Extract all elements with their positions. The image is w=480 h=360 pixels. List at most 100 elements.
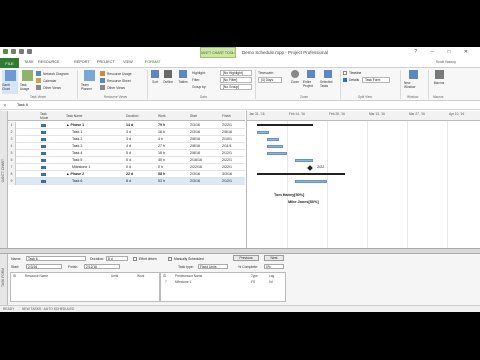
col-header-finish[interactable]: Finish	[222, 114, 231, 118]
gantt-task-bar[interactable]	[267, 138, 279, 141]
col-header-duration[interactable]: Duration	[126, 114, 138, 118]
timescale-dropdown[interactable]: [4] Days	[258, 77, 282, 83]
tab-view[interactable]: VIEW	[123, 60, 133, 64]
cell-finish[interactable]: 2/12/1	[222, 179, 244, 183]
row-number[interactable]: 1	[8, 122, 16, 129]
cell-work[interactable]: 79 h	[158, 123, 165, 127]
gantt-milestone-diamond[interactable]	[307, 165, 313, 171]
tab-file[interactable]: FILE	[0, 58, 19, 68]
finish-field[interactable]: 2/12/16	[84, 264, 120, 269]
row-number[interactable]: 3	[8, 136, 16, 143]
cell-work[interactable]: 16 h	[158, 151, 165, 155]
tab-format[interactable]: FORMAT	[145, 60, 161, 64]
table-row[interactable]: 8 ▲ Phase 2 22 d 58 h 2/3/16 3/3/16	[8, 171, 245, 178]
cell-finish[interactable]: 2/10/1	[222, 137, 244, 141]
cell-duration[interactable]: 3 d	[126, 130, 131, 134]
status-schedule-mode[interactable]: NEW TASKS : AUTO SCHEDULED	[22, 307, 74, 311]
new-window-button[interactable]: New Window	[404, 70, 422, 89]
undo-icon[interactable]	[19, 49, 24, 54]
cell-task-name[interactable]: Milestone 1	[72, 165, 124, 169]
cell-task-name[interactable]: Task 1	[72, 130, 124, 134]
row-number[interactable]: 6	[8, 157, 16, 164]
cell-finish[interactable]: 2/5/16	[222, 130, 244, 134]
cell-duration[interactable]: 5 d	[126, 151, 131, 155]
redo-icon[interactable]	[27, 49, 32, 54]
cell-duration[interactable]: 22 d	[126, 172, 133, 176]
details-checkbox[interactable]: Details	[343, 78, 359, 82]
selected-tasks-button[interactable]: Selected Tasks	[320, 70, 335, 88]
pred-row-lag[interactable]: 0d	[269, 280, 273, 284]
outline-button[interactable]: Outline	[161, 70, 175, 84]
tab-resource[interactable]: RESOURCE	[38, 60, 60, 64]
cell-task-name[interactable]: ▲ Phase 2	[66, 172, 124, 176]
cell-task-name[interactable]: Task 3	[72, 144, 124, 148]
gantt-task-bar[interactable]	[257, 131, 269, 134]
team-planner-button[interactable]: Team Planner	[81, 70, 97, 91]
cell-work[interactable]: 53 h	[158, 179, 165, 183]
sort-button[interactable]: Sort	[150, 70, 160, 84]
gantt-summary-bar[interactable]	[257, 173, 345, 175]
table-row[interactable]: 4 Task 34 d 27 h 2/8/16 2/11/1	[8, 143, 245, 150]
row-number[interactable]: 2	[8, 129, 16, 136]
col-header-work[interactable]: Work	[158, 114, 166, 118]
cell-duration[interactable]: 8 d	[126, 179, 131, 183]
task-usage-button[interactable]: Task Usage	[20, 70, 34, 91]
other-views-resource-button[interactable]: Other Views	[100, 85, 125, 90]
gantt-chart-button[interactable]: Gantt Chart	[2, 70, 18, 94]
table-row[interactable]: 2 Task 13 d 16 h 2/3/16 2/5/16	[8, 129, 245, 136]
cell-finish[interactable]: 2/11/1	[222, 144, 244, 148]
table-row[interactable]: 9 Task 68 d 53 h 2/3/16 2/12/1	[8, 178, 245, 185]
start-field[interactable]: 2/3/16	[26, 264, 62, 269]
cell-task-name[interactable]: Task 4	[72, 151, 124, 155]
manually-scheduled-checkbox[interactable]: Manually Scheduled	[168, 257, 204, 261]
cell-start[interactable]: 2/22/16	[190, 165, 220, 169]
table-row[interactable]: 6 Task 55 d 40 h 2/16/16 2/22/1	[8, 157, 245, 164]
table-row[interactable]: 5 Task 45 d 16 h 2/8/16 2/12/1	[8, 150, 245, 157]
cell-start[interactable]: 2/3/16	[190, 130, 220, 134]
save-icon[interactable]	[11, 49, 16, 54]
cell-start[interactable]: 2/8/16	[190, 137, 220, 141]
cell-start[interactable]: 2/3/16	[190, 179, 220, 183]
details-dropdown[interactable]: Task Form	[362, 77, 390, 83]
group-by-dropdown[interactable]: [No Group]	[220, 84, 252, 90]
row-number[interactable]: 4	[8, 143, 16, 150]
gantt-task-bar[interactable]	[267, 152, 287, 155]
col-header-task-name[interactable]: Task Name	[66, 114, 83, 118]
col-header-start[interactable]: Start	[190, 114, 197, 118]
pred-row-type[interactable]: FS	[251, 280, 255, 284]
cell-task-name[interactable]: Task 2	[72, 137, 124, 141]
cell-work[interactable]: 40 h	[158, 158, 165, 162]
timeline-checkbox[interactable]: Timeline	[343, 71, 361, 75]
cell-duration[interactable]: 5 d	[126, 158, 131, 162]
cell-task-name[interactable]: ▲ Phase 1	[66, 123, 124, 127]
cell-work[interactable]: 27 h	[158, 144, 165, 148]
task-type-dropdown[interactable]: Fixed Units	[198, 264, 228, 269]
highlight-dropdown[interactable]: [No Highlight]	[220, 70, 252, 76]
cell-finish[interactable]: 3/3/16	[222, 172, 244, 176]
tab-report[interactable]: REPORT	[74, 60, 90, 64]
cell-work[interactable]: 16 h	[158, 130, 165, 134]
macros-button[interactable]: Macros	[432, 70, 446, 85]
duration-field[interactable]: 8 d	[106, 256, 128, 261]
cell-duration[interactable]: 0 d	[126, 165, 131, 169]
other-views-button[interactable]: Other Views	[36, 85, 61, 90]
cell-finish[interactable]: 2/22/1	[222, 165, 244, 169]
filter-dropdown[interactable]: [No Filter]	[220, 77, 252, 83]
cell-work[interactable]: 0 h	[158, 165, 163, 169]
pred-row-name[interactable]: Milestone 1	[175, 280, 191, 284]
tab-task[interactable]: TASK	[24, 60, 34, 64]
cell-duration[interactable]: 14 d	[126, 123, 133, 127]
resource-sheet-button[interactable]: Resource Sheet	[100, 78, 131, 83]
row-number[interactable]: 7	[8, 164, 16, 171]
table-row[interactable]: 1 ▲ Phase 1 14 d 79 h 2/3/16 2/22/1	[8, 122, 245, 129]
cell-finish[interactable]: 2/12/1	[222, 151, 244, 155]
gantt-task-bar[interactable]	[295, 180, 327, 183]
user-name[interactable]: Scott Nancy	[436, 60, 456, 64]
cell-start[interactable]: 2/16/16	[190, 158, 220, 162]
cell-start[interactable]: 2/8/16	[190, 144, 220, 148]
cell-duration[interactable]: 4 d	[126, 144, 131, 148]
cell-finish[interactable]: 2/22/1	[222, 123, 244, 127]
cell-start[interactable]: 2/8/16	[190, 151, 220, 155]
cell-duration[interactable]: 3 d	[126, 137, 131, 141]
gantt-summary-bar[interactable]	[257, 124, 313, 126]
